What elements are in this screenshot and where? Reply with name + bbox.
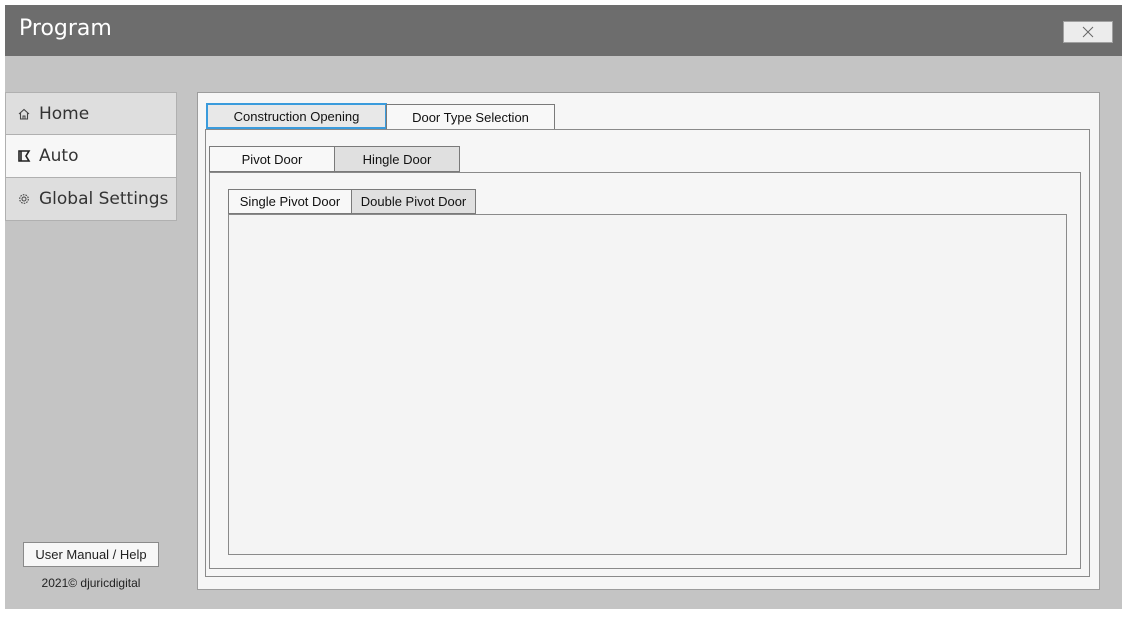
sidebar-item-home[interactable]: Home bbox=[5, 92, 177, 135]
sidebar-item-label: Home bbox=[39, 103, 90, 124]
home-icon bbox=[16, 106, 32, 122]
tab-single-pivot-door[interactable]: Single Pivot Door bbox=[228, 189, 352, 214]
tab-hingle-door[interactable]: Hingle Door bbox=[334, 146, 460, 172]
tab-construction-opening[interactable]: Construction Opening bbox=[206, 103, 387, 129]
tab-pivot-door[interactable]: Pivot Door bbox=[209, 146, 335, 172]
sidebar-item-auto[interactable]: Auto bbox=[5, 135, 177, 178]
close-icon bbox=[1082, 26, 1094, 38]
tab-door-type-selection[interactable]: Door Type Selection bbox=[386, 104, 555, 130]
user-manual-help-button[interactable]: User Manual / Help bbox=[23, 542, 159, 567]
pivot-door-content-area bbox=[228, 214, 1067, 555]
app-title: Program bbox=[19, 16, 112, 41]
auto-icon bbox=[16, 148, 32, 164]
sidebar-item-global-settings[interactable]: Global Settings bbox=[5, 178, 177, 221]
sidebar-item-label: Global Settings bbox=[39, 189, 169, 209]
gear-icon bbox=[16, 191, 32, 207]
close-button[interactable] bbox=[1063, 21, 1113, 43]
copyright-text: 2021© djuricdigital bbox=[41, 576, 141, 590]
tab-double-pivot-door[interactable]: Double Pivot Door bbox=[351, 189, 476, 214]
sidebar-item-label: Auto bbox=[39, 146, 79, 166]
app-window: Program Home Auto Global Settings User M… bbox=[5, 5, 1122, 609]
main-panel: Construction Opening Door Type Selection… bbox=[197, 92, 1100, 590]
title-bar: Program bbox=[5, 5, 1122, 56]
sidebar-nav: Home Auto Global Settings bbox=[5, 92, 177, 221]
